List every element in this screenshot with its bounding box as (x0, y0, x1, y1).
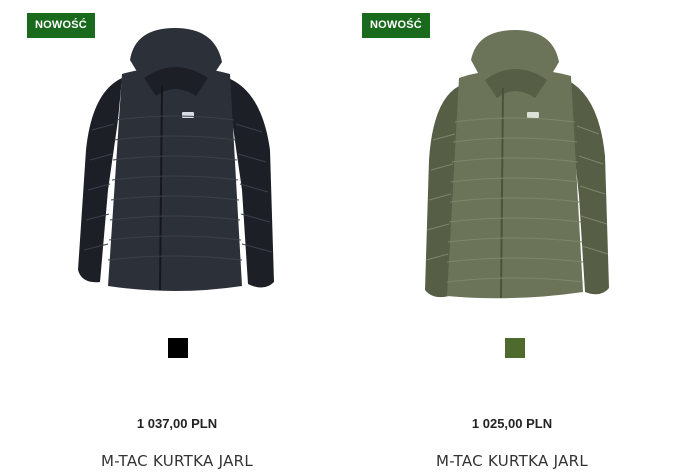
product-name[interactable]: M-TAC KURTKA JARL (12, 452, 342, 470)
product-image[interactable]: NOWOŚĆ (10, 0, 340, 315)
product-image[interactable]: NOWOŚĆ (345, 0, 675, 315)
product-card[interactable]: NOWOŚĆ 1 025,00 PLN M-TAC KURTKA JARL (345, 0, 675, 475)
product-price: 1 037,00 PLN (136, 416, 218, 431)
product-name[interactable]: M-TAC KURTKA JARL (347, 452, 675, 470)
product-price: 1 025,00 PLN (471, 416, 553, 431)
new-badge: NOWOŚĆ (27, 13, 95, 38)
new-badge: NOWOŚĆ (362, 13, 430, 38)
jacket-image (425, 30, 609, 299)
color-swatch[interactable] (505, 338, 525, 358)
color-swatch[interactable] (168, 338, 188, 358)
jacket-image (78, 28, 274, 292)
product-card[interactable]: NOWOŚĆ 1 037,00 PLN M-TAC KURTKA JARL (10, 0, 340, 475)
